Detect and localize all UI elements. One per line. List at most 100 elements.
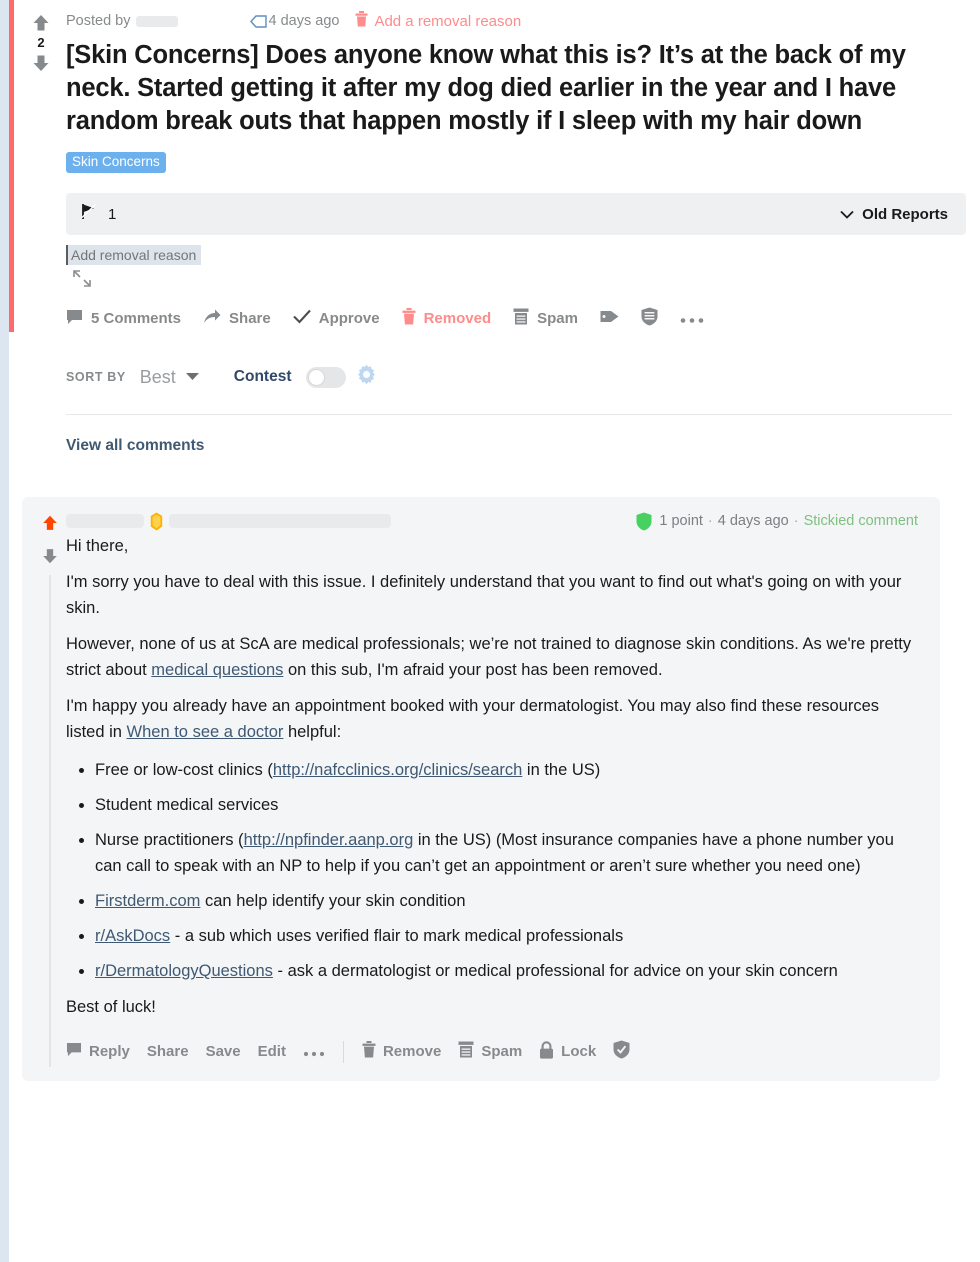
post-comments-button[interactable]: 5 Comments <box>66 305 191 333</box>
post-comments-label: 5 Comments <box>91 310 182 327</box>
post-title: [Skin Concerns] Does anyone know what th… <box>66 41 906 135</box>
trash-icon <box>355 11 368 31</box>
comment-action-toolbar: Reply Share Save Edit Remove Spam Lock <box>66 1040 918 1063</box>
comment-timestamp: 4 days ago <box>717 513 789 529</box>
separator-dot: · <box>707 513 713 529</box>
comment-edit-button[interactable]: Edit <box>258 1043 286 1060</box>
comment-reply-label: Reply <box>89 1043 130 1060</box>
comment-thread-line[interactable] <box>49 575 51 1067</box>
comment-remove-label: Remove <box>382 1043 442 1060</box>
post-tag-button[interactable] <box>600 304 619 333</box>
comment-vote-controls <box>34 513 66 571</box>
text-after: can help identify your skin condition <box>200 892 466 910</box>
firstderm-link[interactable]: Firstderm.com <box>95 892 200 910</box>
post-vote-count: 2 <box>37 35 45 50</box>
post-flair-badge[interactable]: Skin Concerns <box>66 152 166 173</box>
add-removal-reason-link[interactable]: Add a removal reason <box>355 11 521 31</box>
text-after: on this sub, I'm afraid your post has be… <box>283 661 663 679</box>
resize-handle-icon[interactable] <box>72 269 92 289</box>
shield-mod-icon <box>641 307 658 330</box>
sort-bar: SORT BY Best Contest <box>66 364 966 390</box>
comment-icon <box>66 309 83 329</box>
comment-lock-label: Lock <box>561 1043 597 1060</box>
post-removed-label: Removed <box>423 310 492 327</box>
comment-remove-button[interactable]: Remove <box>362 1041 441 1062</box>
gear-icon[interactable] <box>356 364 377 390</box>
post-author-redacted <box>135 15 178 27</box>
post-container: 2 Posted by 4 days ago Add a removal rea… <box>14 0 980 455</box>
post-approve-label: Approve <box>318 310 380 327</box>
report-flag-icon <box>81 203 97 225</box>
list-item: Firstderm.com can help identify your ski… <box>95 888 918 914</box>
post-approve-button[interactable]: Approve <box>292 305 390 332</box>
nafcclinics-link[interactable]: http://nafcclinics.org/clinics/search <box>273 761 522 779</box>
npfinder-link[interactable]: http://npfinder.aanp.org <box>244 831 414 849</box>
medical-questions-link[interactable]: medical questions <box>151 661 283 679</box>
post-share-label: Share <box>229 310 271 327</box>
ellipsis-icon <box>680 308 704 330</box>
post-meta-row: Posted by 4 days ago Add a removal reaso… <box>66 10 966 32</box>
contest-mode-label: Contest <box>233 368 292 385</box>
share-icon <box>203 309 221 329</box>
when-to-see-a-doctor-link[interactable]: When to see a doctor <box>127 723 284 741</box>
post-body: Posted by 4 days ago Add a removal reaso… <box>66 10 980 455</box>
comment-upvote-button[interactable] <box>40 513 60 538</box>
list-item: Nurse practitioners (http://npfinder.aan… <box>95 827 918 879</box>
comment-paragraph-however: However, none of us at ScA are medical p… <box>66 631 918 683</box>
sort-by-value[interactable]: Best <box>140 367 176 388</box>
old-reports-label: Old Reports <box>862 205 948 223</box>
comment-share-button[interactable]: Share <box>147 1043 189 1060</box>
post-action-toolbar: 5 Comments Share Approve Removed Spam <box>66 303 966 334</box>
lock-icon <box>539 1040 554 1063</box>
text-after: - ask a dermatologist or medical profess… <box>272 962 838 980</box>
stickied-comment: 1 point · 4 days ago · Stickied comment … <box>22 497 940 1081</box>
text-after: helpful: <box>283 723 342 741</box>
list-item: r/AskDocs - a sub which uses verified fl… <box>95 923 918 949</box>
post-upvote-button[interactable] <box>30 12 52 34</box>
comment-closing: Best of luck! <box>66 998 156 1016</box>
reports-bar: 1 Old Reports <box>66 193 966 235</box>
post-share-button[interactable]: Share <box>203 305 281 333</box>
comment-more-button[interactable] <box>303 1041 325 1063</box>
comment-downvote-button[interactable] <box>40 546 60 571</box>
flag-tag-icon <box>249 14 268 28</box>
comment-mod-shield-button[interactable] <box>613 1040 630 1063</box>
text-after: in the US) <box>522 761 601 779</box>
moderation-post-page: 2 Posted by 4 days ago Add a removal rea… <box>0 0 980 1262</box>
text-after: - a sub which uses verified flair to mar… <box>170 927 624 945</box>
text-before: Nurse practitioners ( <box>95 831 244 849</box>
post-more-button[interactable] <box>680 304 704 334</box>
check-icon <box>292 309 311 328</box>
comment-save-button[interactable]: Save <box>206 1043 241 1060</box>
comment-paragraph-resources: I'm happy you already have an appointmen… <box>66 693 918 745</box>
post-spam-button[interactable]: Spam <box>513 304 588 333</box>
view-all-comments-link[interactable]: View all comments <box>66 437 204 455</box>
comment-header: 1 point · 4 days ago · Stickied comment <box>66 511 918 531</box>
list-item: r/DermatologyQuestions - ask a dermatolo… <box>95 958 918 984</box>
sort-by-label: SORT BY <box>66 370 126 384</box>
comment-reply-button[interactable]: Reply <box>66 1042 130 1061</box>
stickied-comment-badge: Stickied comment <box>803 513 918 529</box>
comment-points: 1 point <box>659 513 703 529</box>
reports-left-group: 1 <box>81 203 116 225</box>
comment-lock-button[interactable]: Lock <box>539 1040 597 1063</box>
old-reports-toggle[interactable]: Old Reports <box>840 206 948 223</box>
posted-by-label: Posted by <box>66 13 131 29</box>
removal-reason-input[interactable] <box>66 245 201 265</box>
reports-count: 1 <box>108 205 117 223</box>
toggle-knob <box>307 368 325 386</box>
comment-spam-button[interactable]: Spam <box>458 1041 522 1062</box>
askdocs-link[interactable]: r/AskDocs <box>95 927 170 945</box>
post-downvote-button[interactable] <box>30 52 52 74</box>
shield-mod-icon <box>613 1040 630 1063</box>
comment-paragraph-sorry: I'm sorry you have to deal with this iss… <box>66 573 902 617</box>
toolbar-divider <box>342 1040 344 1063</box>
chevron-down-icon[interactable] <box>185 368 200 386</box>
resource-list: Free or low-cost clinics (http://nafccli… <box>66 757 918 984</box>
gold-award-icon <box>150 512 163 531</box>
post-mod-shield-button[interactable] <box>641 303 658 334</box>
contest-mode-toggle[interactable] <box>305 366 346 388</box>
comment-greeting: Hi there, <box>66 537 129 555</box>
dermatologyquestions-link[interactable]: r/DermatologyQuestions <box>95 962 273 980</box>
post-removed-button[interactable]: Removed <box>402 304 502 333</box>
